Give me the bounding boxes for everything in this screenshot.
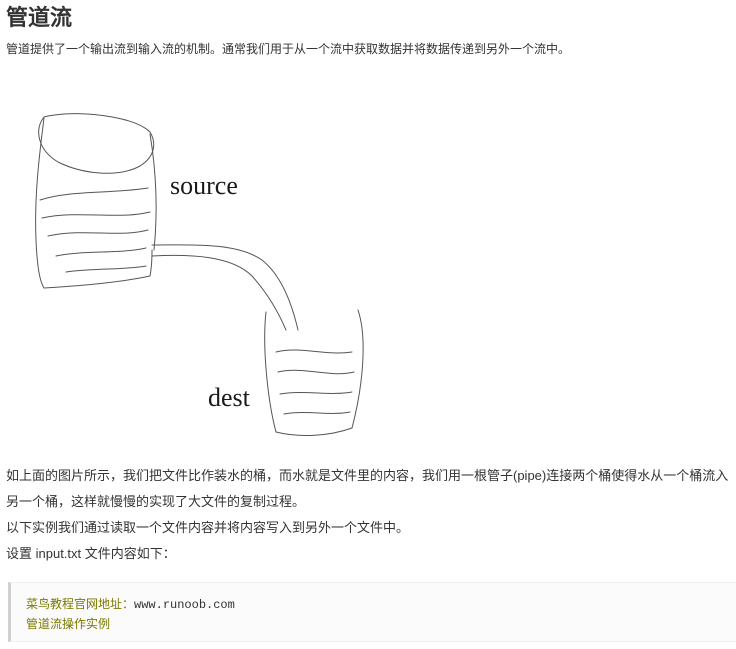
source-water-line (39, 187, 149, 201)
code-line-1: 菜鸟教程官网地址：www.runoob.com (26, 595, 235, 614)
pipe-lower (151, 254, 287, 331)
source-water-line (47, 229, 149, 237)
intro-paragraph: 管道提供了一个输出流到输入流的机制。通常我们用于从一个流中获取数据并将数据传递到… (6, 42, 571, 56)
input-file-paragraph: 设置 input.txt 文件内容如下： (6, 546, 176, 561)
dest-water-line (279, 391, 353, 395)
dest-label: dest (208, 383, 251, 412)
code-line-2: 管道流操作实例 (26, 617, 111, 631)
code-block: 菜鸟教程官网地址：www.runoob.com 管道流操作实例 (8, 582, 736, 642)
example-intro-paragraph: 以下实例我们通过读取一个文件内容并将内容写入到另外一个文件中。 (6, 520, 410, 535)
page-title: 管道流 (6, 5, 73, 30)
source-water-line (55, 247, 147, 257)
source-label: source (170, 171, 238, 200)
code-line-1-value: www.runoob.com (134, 598, 235, 612)
dest-water-line (283, 411, 351, 415)
source-bucket-top (38, 113, 155, 174)
pipe-diagram-sketch: source dest (35, 113, 364, 436)
code-line-1-label: 菜鸟教程官网地址： (26, 597, 135, 611)
source-water-line (41, 211, 151, 219)
description-paragraph: 如上面的图片所示，我们把文件比作装水的桶，而水就是文件里的内容，我们用一根管子(… (6, 468, 729, 509)
dest-water-line (277, 369, 355, 375)
pipe-upper (151, 244, 299, 331)
source-bucket-left (35, 117, 45, 289)
source-bucket-right (149, 133, 157, 251)
dest-water-line (275, 349, 353, 354)
dest-cup-bottom (275, 427, 353, 436)
dest-cup-left (264, 311, 277, 433)
dest-cup-right (351, 309, 364, 429)
pipe-diagram: source dest (0, 90, 400, 450)
source-water-line (65, 265, 147, 273)
